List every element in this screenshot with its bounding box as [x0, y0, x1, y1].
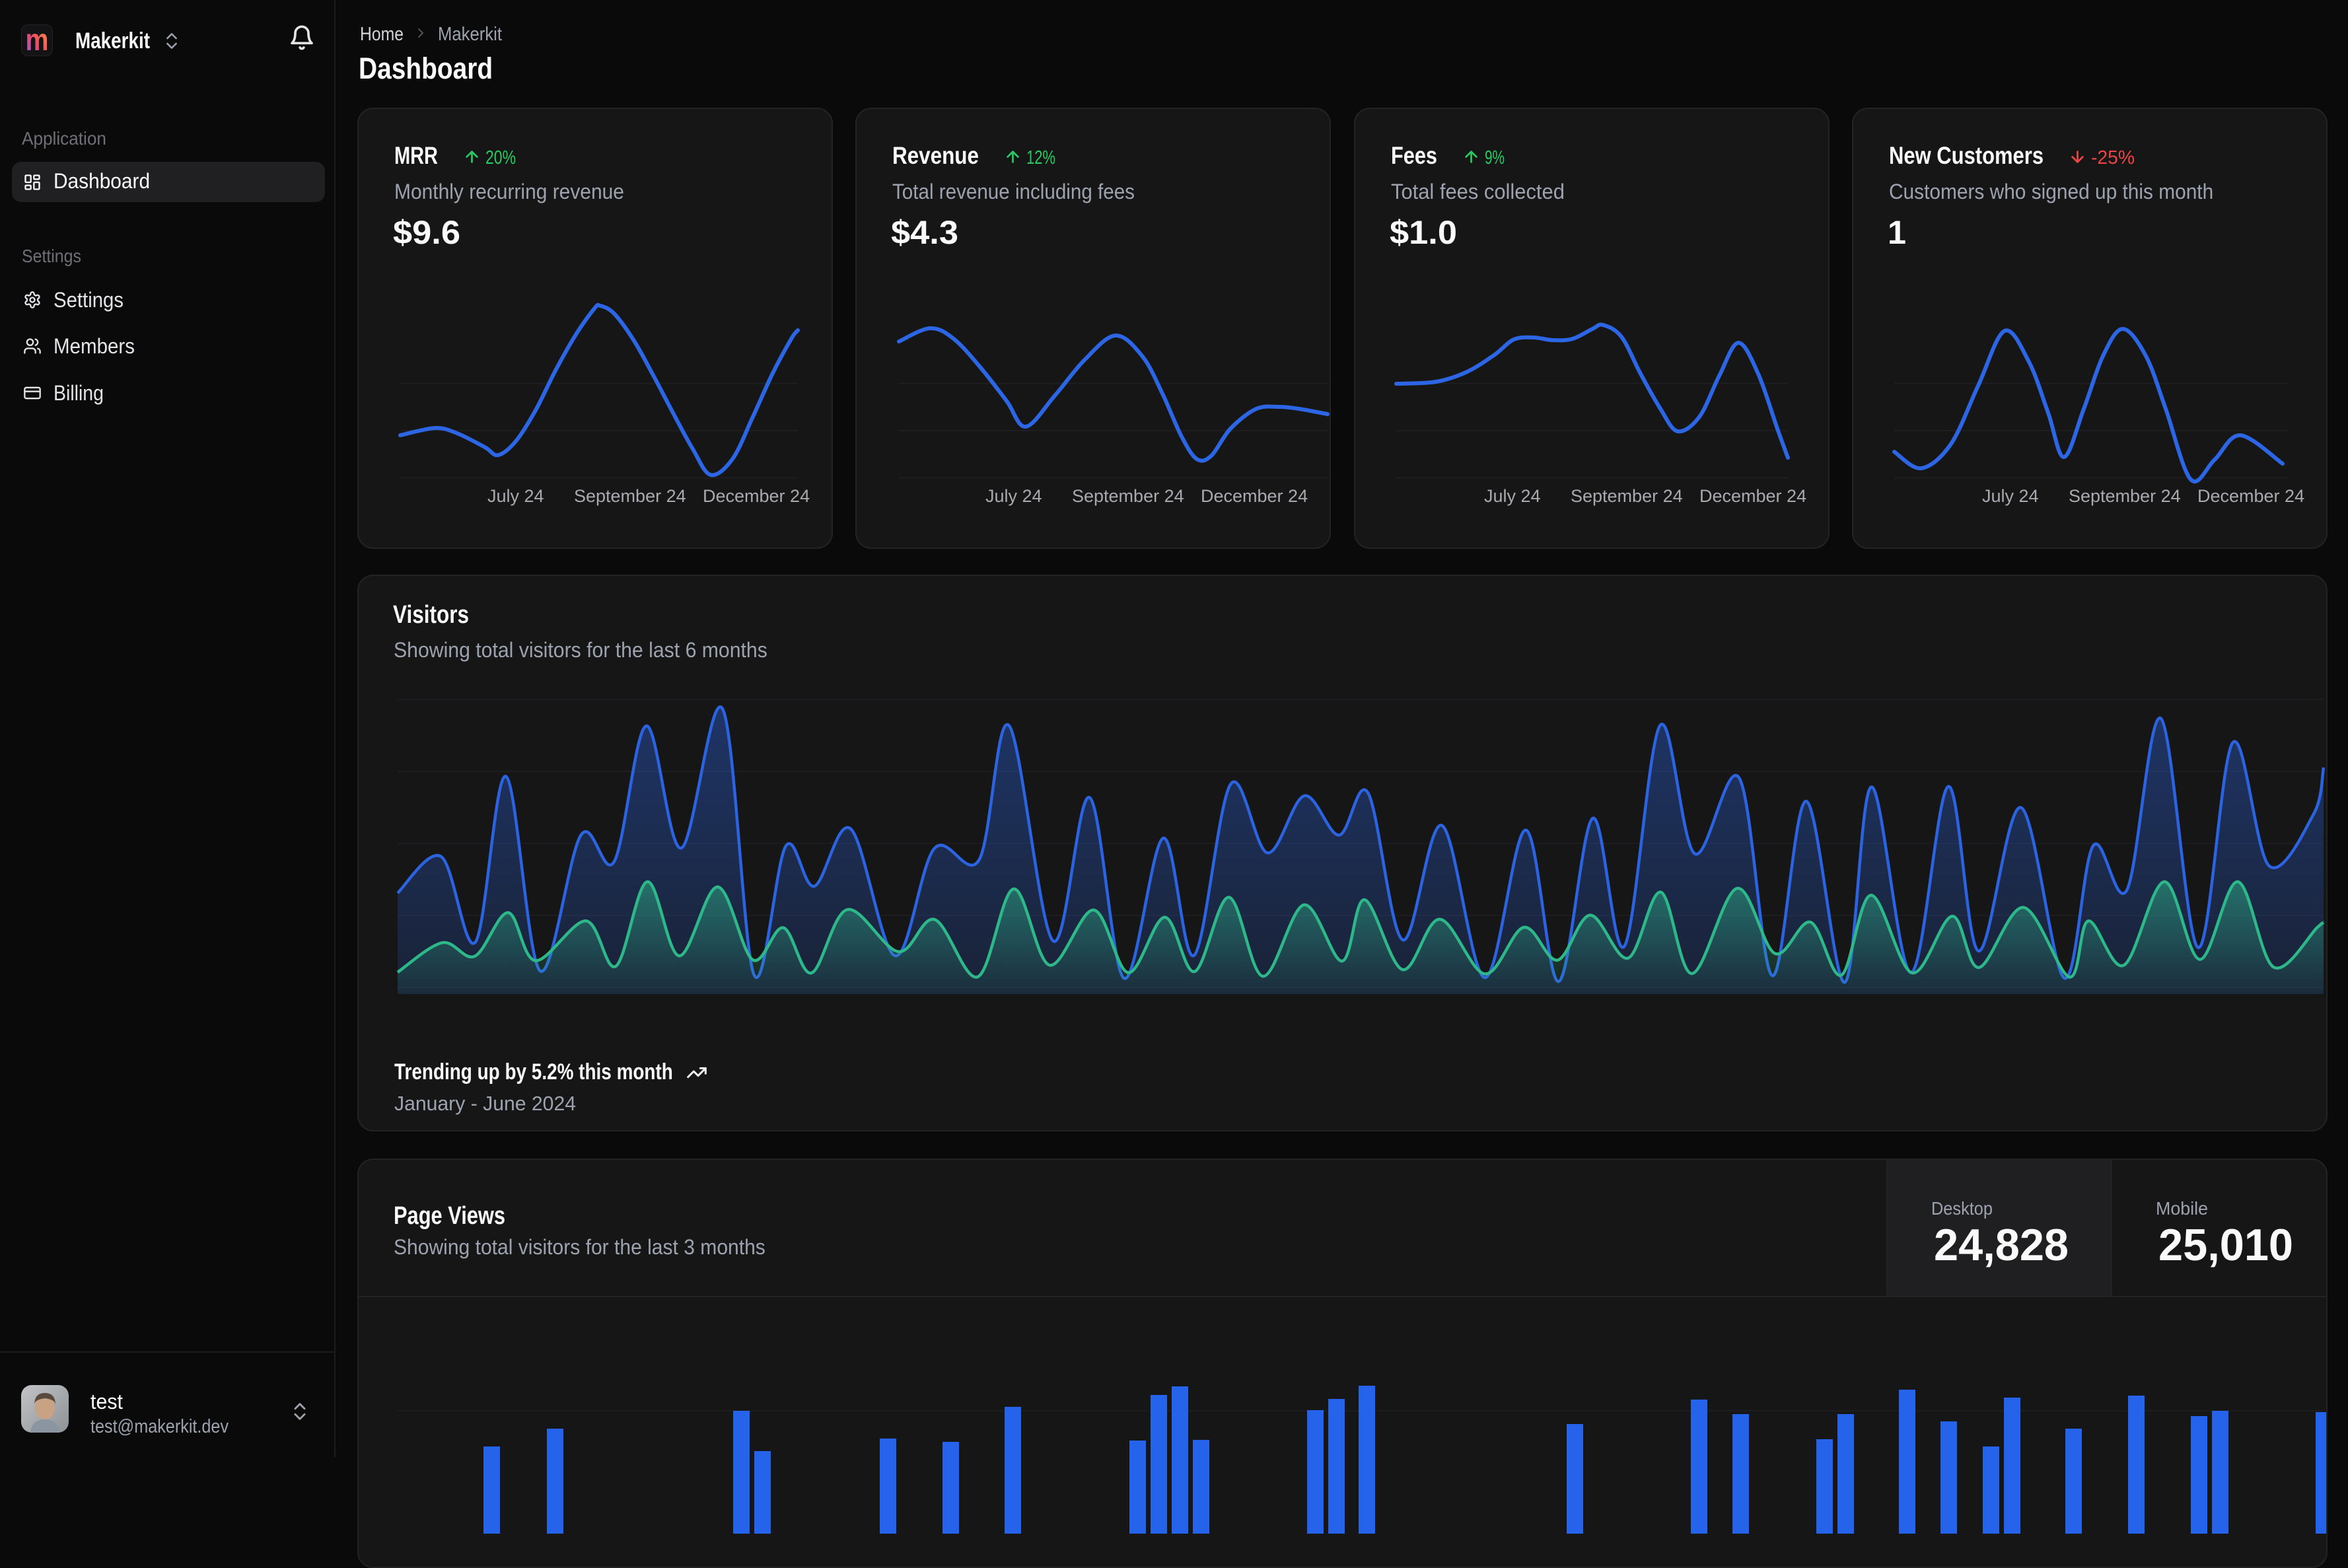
- svg-text:m: m: [26, 24, 49, 56]
